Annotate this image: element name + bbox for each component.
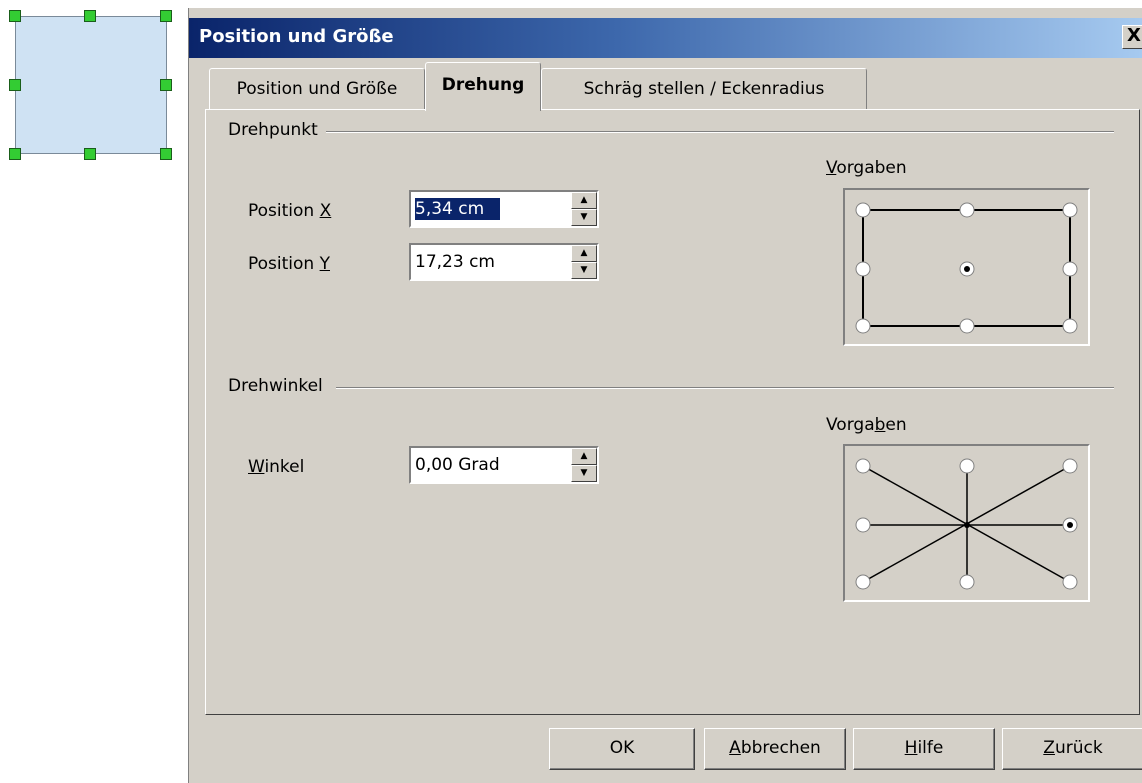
- resize-handle-top-left[interactable]: [9, 10, 21, 22]
- angle-label: Winkel: [248, 457, 305, 477]
- position-x-up-button[interactable]: ▲: [571, 192, 597, 209]
- position-x-spinbox[interactable]: ▲ ▼: [409, 190, 599, 228]
- pivot-separator: [326, 131, 1114, 133]
- close-button[interactable]: X: [1122, 25, 1142, 49]
- position-y-up-button[interactable]: ▲: [571, 245, 597, 262]
- position-x-down-button[interactable]: ▼: [571, 209, 597, 226]
- position-x-input[interactable]: [415, 198, 500, 220]
- help-button[interactable]: Hilfe: [853, 728, 995, 770]
- tab-position-size[interactable]: Position und Größe: [209, 68, 425, 110]
- angle-down-button[interactable]: ▼: [571, 465, 597, 482]
- cancel-button[interactable]: Abbrechen: [704, 728, 846, 770]
- pivot-preset-dots: [855, 202, 1078, 334]
- position-x-label: Position X: [248, 201, 332, 221]
- angle-heading: Drehwinkel: [228, 376, 329, 396]
- ok-button-label: OK: [609, 738, 635, 758]
- angle-spinbox[interactable]: ▲ ▼: [409, 446, 599, 484]
- tab-slant-corner-radius[interactable]: Schräg stellen / Eckenradius: [541, 68, 867, 110]
- resize-handle-left[interactable]: [9, 79, 21, 91]
- rotation-tab-page: Drehpunkt Position X ▲ ▼ Position Y ▲ ▼ …: [205, 109, 1140, 715]
- position-y-label: Position Y: [248, 254, 330, 274]
- position-size-dialog: Position und Größe X Position und Größe …: [188, 8, 1142, 783]
- resize-handle-top-right[interactable]: [160, 10, 172, 22]
- resize-handle-right[interactable]: [160, 79, 172, 91]
- angle-preset-grid[interactable]: [843, 444, 1090, 602]
- reset-button[interactable]: Zurück: [1002, 728, 1142, 770]
- tab-rotation-label: Drehung: [441, 75, 525, 95]
- angle-preset-diagram: [855, 458, 1078, 590]
- angle-input[interactable]: [415, 454, 561, 476]
- close-icon: X: [1127, 25, 1141, 46]
- resize-handle-top[interactable]: [84, 10, 96, 22]
- resize-handle-bottom-left[interactable]: [9, 148, 21, 160]
- cancel-button-label: Abbrechen: [729, 738, 821, 758]
- reset-button-label: Zurück: [1043, 738, 1103, 758]
- selected-shape[interactable]: [15, 16, 167, 154]
- position-y-spinbox[interactable]: ▲ ▼: [409, 243, 599, 281]
- pivot-heading: Drehpunkt: [228, 120, 324, 140]
- tab-slant-corner-radius-label: Schräg stellen / Eckenradius: [583, 79, 825, 99]
- angle-presets-label: Vorgaben: [826, 415, 907, 435]
- resize-handle-bottom-right[interactable]: [160, 148, 172, 160]
- help-button-label: Hilfe: [904, 738, 944, 758]
- pivot-preset-grid[interactable]: [843, 188, 1090, 346]
- tab-rotation[interactable]: Drehung: [425, 62, 541, 111]
- tab-position-size-label: Position und Größe: [236, 79, 398, 99]
- dialog-titlebar[interactable]: Position und Größe X: [189, 18, 1142, 58]
- resize-handle-bottom[interactable]: [84, 148, 96, 160]
- dialog-title: Position und Größe: [199, 26, 394, 47]
- angle-up-button[interactable]: ▲: [571, 448, 597, 465]
- pivot-preset-diagram: [855, 202, 1078, 334]
- position-y-input[interactable]: [415, 251, 561, 273]
- ok-button[interactable]: OK: [549, 728, 695, 770]
- pivot-presets-label: Vorgaben: [826, 158, 907, 178]
- position-y-down-button[interactable]: ▼: [571, 262, 597, 279]
- angle-separator: [336, 387, 1114, 389]
